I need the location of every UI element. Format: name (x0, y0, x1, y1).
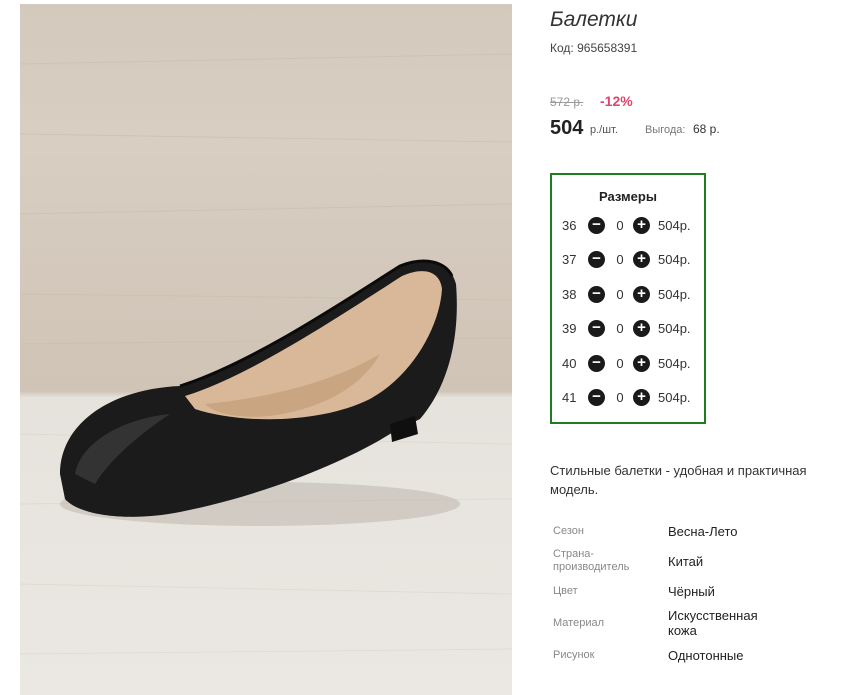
size-row: 38 − 0 + 504р. (562, 286, 702, 304)
discount-badge: -12% (600, 93, 633, 109)
size-quantity: 0 (616, 356, 624, 371)
plus-circle-icon[interactable]: + (633, 355, 650, 372)
property-label: Рисунок (553, 649, 595, 661)
property-label: Материал (553, 617, 604, 629)
benefit-value: 68 р. (693, 122, 720, 136)
size-price: 504р. (658, 356, 691, 371)
size-row: 40 − 0 + 504р. (562, 355, 702, 373)
property-label: Цвет (553, 585, 578, 597)
old-price: 572 р. (550, 95, 584, 109)
property-value: Весна-Лето (668, 524, 738, 539)
sizes-panel: Размеры 36 − 0 + 504р. 37 − 0 + 504р. 38… (550, 173, 706, 424)
property-value: Искусственная кожа (668, 608, 758, 638)
current-price: 504 (550, 117, 584, 139)
minus-circle-icon[interactable]: − (588, 320, 605, 337)
size-price: 504р. (658, 252, 691, 267)
size-price: 504р. (658, 287, 691, 302)
property-value: Китай (668, 554, 704, 569)
size-number: 38 (562, 287, 577, 302)
benefit-label: Выгода: (645, 124, 686, 136)
size-number: 40 (562, 356, 577, 371)
property-label: Сезон (553, 525, 584, 537)
plus-circle-icon[interactable]: + (633, 320, 650, 337)
size-number: 41 (562, 390, 577, 405)
size-row: 37 − 0 + 504р. (562, 251, 702, 269)
property-value: Чёрный (668, 584, 715, 599)
size-quantity: 0 (616, 252, 624, 267)
minus-circle-icon[interactable]: − (588, 355, 605, 372)
size-price: 504р. (658, 390, 691, 405)
minus-circle-icon[interactable]: − (588, 217, 605, 234)
plus-circle-icon[interactable]: + (633, 217, 650, 234)
sizes-title: Размеры (599, 189, 657, 204)
property-label: Страна-производитель (553, 548, 630, 573)
size-number: 37 (562, 252, 577, 267)
size-number: 39 (562, 321, 577, 336)
size-row: 39 − 0 + 504р. (562, 320, 702, 338)
plus-circle-icon[interactable]: + (633, 389, 650, 406)
price-unit: р./шт. (590, 124, 618, 136)
minus-circle-icon[interactable]: − (588, 251, 605, 268)
size-price: 504р. (658, 218, 691, 233)
size-quantity: 0 (616, 287, 624, 302)
size-row: 41 − 0 + 504р. (562, 389, 702, 407)
minus-circle-icon[interactable]: − (588, 286, 605, 303)
shoe-illustration (20, 53, 512, 655)
size-number: 36 (562, 218, 577, 233)
plus-circle-icon[interactable]: + (633, 286, 650, 303)
product-image[interactable] (20, 4, 512, 695)
product-code: Код: 965658391 (550, 41, 637, 55)
plus-circle-icon[interactable]: + (633, 251, 650, 268)
size-quantity: 0 (616, 218, 624, 233)
minus-circle-icon[interactable]: − (588, 389, 605, 406)
product-description: Стильные балетки - удобная и практичная … (550, 463, 807, 497)
size-quantity: 0 (616, 390, 624, 405)
size-quantity: 0 (616, 321, 624, 336)
product-title: Балетки (550, 8, 638, 31)
product-code-value: 965658391 (577, 41, 638, 55)
size-price: 504р. (658, 321, 691, 336)
property-value: Однотонные (668, 648, 744, 663)
size-row: 36 − 0 + 504р. (562, 217, 702, 235)
product-code-label: Код: (550, 41, 574, 55)
